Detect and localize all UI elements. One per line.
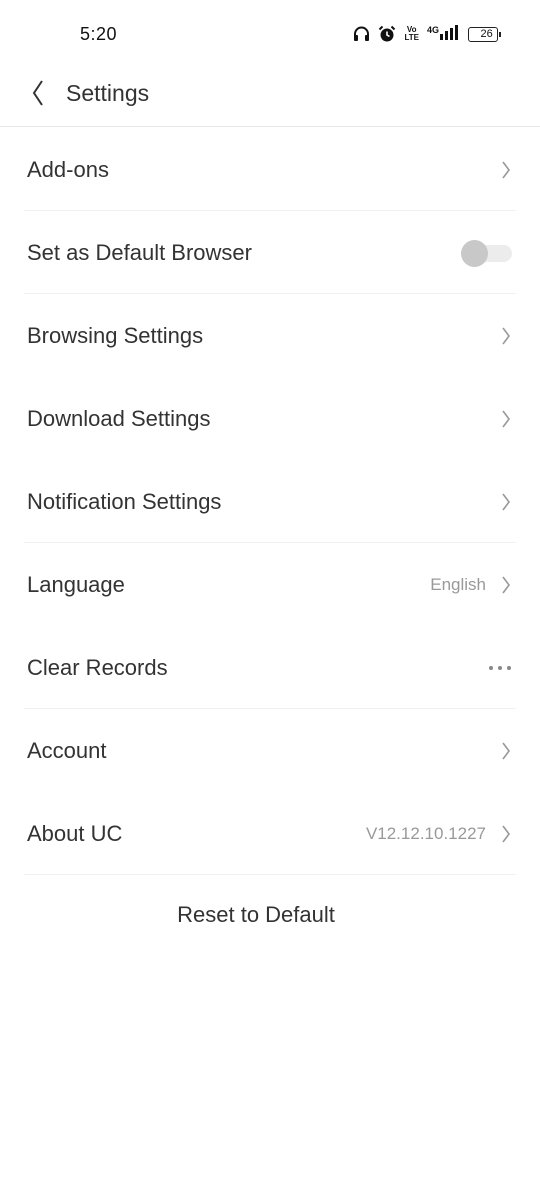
- settings-item-default-browser[interactable]: Set as Default Browser: [0, 211, 540, 294]
- settings-item-add-ons[interactable]: Add-ons: [0, 128, 540, 211]
- settings-item-notification-settings[interactable]: Notification Settings: [0, 460, 540, 543]
- settings-item-label: Notification Settings: [27, 488, 222, 514]
- settings-item-account[interactable]: Account: [0, 709, 540, 792]
- more-dots-icon: [489, 665, 511, 670]
- chevron-right-icon: [500, 492, 512, 512]
- settings-list: Add-ons Set as Default Browser Browsing …: [0, 128, 540, 875]
- chevron-left-icon: [32, 80, 43, 106]
- language-value: English: [430, 574, 486, 594]
- settings-item-label: Set as Default Browser: [27, 239, 252, 265]
- status-icons: Vo LTE 4G 26: [353, 24, 501, 44]
- reset-to-default-button[interactable]: Reset to Default: [0, 873, 540, 957]
- chevron-right-icon: [500, 409, 512, 429]
- chevron-right-icon: [500, 160, 512, 180]
- volte-icon: Vo LTE: [404, 26, 419, 42]
- default-browser-toggle[interactable]: [460, 239, 512, 267]
- settings-item-label: About UC: [27, 820, 123, 846]
- settings-item-browsing-settings[interactable]: Browsing Settings: [0, 294, 540, 377]
- settings-item-label: Account: [27, 737, 107, 763]
- network-type: 4G: [426, 25, 439, 35]
- chevron-right-icon: [500, 824, 512, 844]
- settings-item-language[interactable]: Language English: [0, 543, 540, 626]
- back-button[interactable]: [18, 73, 58, 113]
- settings-item-label: Download Settings: [27, 405, 211, 431]
- battery-icon: 26: [468, 26, 501, 42]
- status-time: 5:20: [80, 24, 118, 44]
- settings-item-clear-records[interactable]: Clear Records: [0, 626, 540, 709]
- settings-item-label: Language: [27, 571, 125, 597]
- alarm-icon: [378, 25, 396, 43]
- settings-item-label: Clear Records: [27, 654, 168, 680]
- headphones-icon: [353, 26, 370, 42]
- settings-item-label: Add-ons: [27, 156, 109, 182]
- chevron-right-icon: [500, 741, 512, 761]
- status-bar: 5:20 Vo LTE 4G 26: [0, 0, 540, 60]
- page-title: Settings: [66, 79, 150, 106]
- app-header: Settings: [0, 60, 540, 127]
- battery-level: 26: [480, 28, 493, 40]
- chevron-right-icon: [500, 326, 512, 346]
- volte-bottom-text: LTE: [404, 33, 419, 42]
- settings-item-label: Browsing Settings: [27, 322, 204, 348]
- 4g-signal-icon: 4G: [427, 25, 460, 43]
- settings-item-download-settings[interactable]: Download Settings: [0, 377, 540, 460]
- chevron-right-icon: [500, 575, 512, 595]
- version-value: V12.12.10.1227: [365, 823, 486, 843]
- toggle-knob: [461, 239, 488, 267]
- settings-item-about-uc[interactable]: About UC V12.12.10.1227: [0, 792, 540, 875]
